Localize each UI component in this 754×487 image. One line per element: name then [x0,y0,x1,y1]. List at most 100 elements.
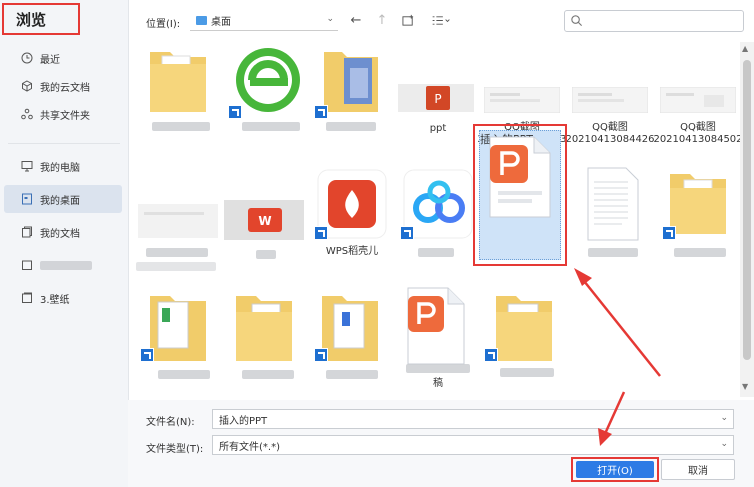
cloud-doc-icon [20,79,34,93]
blurred-label [136,262,216,271]
blurred-label [588,248,638,257]
file-item[interactable] [140,286,224,396]
image-thumbnail-icon [484,87,560,113]
folder-icon [20,291,34,305]
file-item[interactable]: WPS稻壳儿 [310,164,394,274]
file-name: 20210413084502 [653,134,743,145]
folder-icon [150,296,206,361]
file-item[interactable] [310,286,394,396]
sidebar-divider [8,143,120,144]
sidebar-item-wallpaper[interactable]: 3.壁纸 [4,284,122,312]
file-item[interactable] [134,164,218,274]
desktop-icon [196,16,207,25]
vertical-scrollbar[interactable]: ▲ ▼ [740,42,754,397]
scroll-down-icon[interactable]: ▼ [742,382,748,391]
file-item[interactable] [224,42,308,138]
location-value: 桌面 [211,17,231,28]
blurred-label [146,248,208,257]
desktop-icon [20,192,34,206]
sidebar-item-cloud-docs[interactable]: 我的云文档 [4,72,122,100]
open-button-highlight: 打开(O) [571,457,659,482]
filetype-label: 文件类型(T): [146,444,204,455]
sidebar-item-label: 我的文档 [40,228,80,240]
shortcut-arrow-icon [314,105,328,119]
file-item[interactable]: 稿 [396,286,480,396]
chevron-down-icon[interactable]: ⌄ [720,439,728,449]
filetype-select[interactable]: 所有文件(*.*) ⌄ [212,435,734,455]
file-item[interactable] [484,286,568,396]
up-arrow-icon[interactable]: ↑ [374,12,390,28]
sidebar-item-shared-folder[interactable]: 共享文件夹 [4,100,122,128]
view-mode-icon[interactable] [428,12,454,28]
file-name: WPS稻壳儿 [325,246,379,257]
folder-icon [496,296,552,361]
search-icon [570,14,584,28]
sidebar-item-label: 3.壁纸 [40,294,70,306]
browse-title: 浏览 [2,3,80,35]
sidebar: 浏览 最近 我的云文档 共享文件夹 我的电脑 我的桌面 我的文档 3.壁纸 [0,0,129,487]
blurred-label [406,364,470,373]
wps-logo-icon: W [224,200,304,240]
blurred-label [674,248,726,257]
blurred-label [326,122,376,131]
shortcut-arrow-icon [400,226,414,240]
file-item[interactable] [396,164,480,274]
blurred-label [158,370,210,379]
clock-icon [20,51,34,65]
open-button[interactable]: 打开(O) [576,461,654,478]
shortcut-arrow-icon [140,348,154,362]
file-item[interactable]: QQ截图 20210413084426 [565,42,655,145]
browser-e-icon [236,48,300,112]
selected-file-highlight: 插入的PPT [473,124,567,266]
scrollbar-thumb[interactable] [743,60,751,360]
folder-icon [324,52,378,112]
blurred-label [500,368,554,377]
chevron-down-icon: ⌄ [326,14,334,24]
sidebar-item-my-documents[interactable]: 我的文档 [4,218,122,246]
file-name: QQ截图 [680,122,716,133]
ppt-document-icon [407,287,465,365]
folder-icon [322,296,378,361]
search-input[interactable] [564,10,744,32]
file-item[interactable]: W [224,164,308,274]
filename-field[interactable]: 插入的PPT ⌄ [212,409,734,429]
back-arrow-icon[interactable]: ← [348,12,364,28]
svg-text:W: W [258,214,271,228]
image-thumbnail-icon [660,87,736,113]
file-item[interactable]: P ppt [396,42,480,138]
shortcut-arrow-icon [314,348,328,362]
new-folder-icon[interactable] [400,12,416,28]
shortcut-arrow-icon [484,348,498,362]
file-name: QQ截图 [592,122,628,133]
sidebar-item-my-computer[interactable]: 我的电脑 [4,152,122,180]
file-item[interactable] [656,164,740,274]
file-item[interactable] [224,286,308,396]
share-folder-icon [20,107,34,121]
file-name: 稿 [433,378,443,389]
location-dropdown[interactable]: 桌面 ⌄ [190,11,338,31]
file-item[interactable]: QQ截图 20210413084502 [653,42,743,145]
sidebar-item-my-desktop[interactable]: 我的桌面 [4,185,122,213]
ppt-document-icon [489,136,551,218]
toolbar: 位置(I): 桌面 ⌄ ← ↑ [128,0,754,42]
monitor-icon [20,159,34,173]
blurred-label [242,122,300,131]
file-item[interactable] [140,42,224,138]
cancel-button[interactable]: 取消 [661,459,735,480]
file-item[interactable] [572,164,656,274]
file-item-inserted-ppt[interactable]: 插入的PPT [479,130,561,260]
sidebar-item-recent[interactable]: 最近 [4,44,122,72]
blurred-label [418,248,454,257]
file-item[interactable] [310,42,394,138]
folder-icon [20,258,34,272]
location-label: 位置(I): [146,19,181,30]
image-thumbnail-icon [138,204,218,238]
filetype-value: 所有文件(*.*) [219,441,280,453]
folder-icon [150,52,206,112]
scroll-up-icon[interactable]: ▲ [742,44,748,53]
file-name: ppt [429,123,447,134]
text-document-icon [587,167,639,241]
sidebar-item-folder-blurred[interactable] [4,251,122,279]
bottom-panel: 文件名(N): 插入的PPT ⌄ 文件类型(T): 所有文件(*.*) ⌄ 打开… [128,400,754,487]
chevron-down-icon[interactable]: ⌄ [720,413,728,423]
